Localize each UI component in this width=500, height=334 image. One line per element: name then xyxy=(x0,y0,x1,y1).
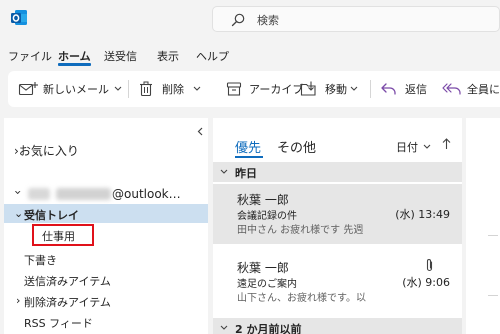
move-label: 移動 xyxy=(325,83,347,96)
redacted-account-part xyxy=(56,188,111,200)
folder-sent-label: 送信済みアイテム xyxy=(24,275,111,288)
search-input[interactable]: 検索 xyxy=(212,6,500,32)
menu-send-receive[interactable]: 送受信 xyxy=(104,48,137,64)
reply-all-label: 全員に xyxy=(467,83,500,96)
favorites-section[interactable]: ›お気に入り xyxy=(14,142,79,159)
redacted-account-part xyxy=(28,188,50,200)
move-button[interactable]: 移動 xyxy=(300,71,358,107)
message-preview: 山下さん、お疲れ様です。以 xyxy=(237,293,366,304)
reading-pane-divider xyxy=(488,235,498,236)
reply-all-icon xyxy=(442,83,461,95)
message-item[interactable]: 秋葉 一郎 会議記録の件 田中さん お疲れ様です 先週 (水) 13:49 xyxy=(213,184,462,244)
folder-drafts[interactable]: 下書き xyxy=(4,249,208,268)
message-list-pane: 優先 その他 日付 昨日 秋葉 一郎 会議記録の件 田中さん お疲れ様です 先週… xyxy=(213,118,462,334)
active-menu-indicator xyxy=(58,63,91,66)
message-time: (水) 13:49 xyxy=(395,208,450,221)
menu-file[interactable]: ファイル xyxy=(8,48,52,64)
chevron-right-icon: › xyxy=(16,294,21,307)
move-folder-icon xyxy=(300,81,316,96)
paperclip-icon xyxy=(426,259,433,272)
folder-deleted-label: 削除済みアイテム xyxy=(24,296,111,309)
chevron-down-icon xyxy=(114,86,122,91)
menu-home[interactable]: ホーム xyxy=(58,48,91,64)
message-sender: 秋葉 一郎 xyxy=(237,193,289,207)
message-time: (水) 9:06 xyxy=(402,276,450,289)
search-icon xyxy=(231,13,245,27)
ribbon-toolbar: 新しいメール 削除 アーカイブ 移動 返信 全員に xyxy=(8,71,500,107)
sort-direction-icon[interactable] xyxy=(442,138,451,150)
archive-button[interactable]: アーカイブ xyxy=(226,71,303,107)
folder-inbox[interactable]: ⌄ 受信トレイ xyxy=(4,204,208,223)
active-tab-indicator xyxy=(235,156,263,158)
reply-icon xyxy=(381,83,396,95)
trash-icon xyxy=(140,81,152,97)
message-item[interactable]: 秋葉 一郎 遠足のご案内 山下さん、お疲れ様です。以 (水) 9:06 xyxy=(213,252,462,312)
group-label: 昨日 xyxy=(235,167,257,180)
title-bar: 検索 xyxy=(0,0,500,40)
message-subject: 会議記録の件 xyxy=(237,211,297,222)
sort-dropdown[interactable]: 日付 xyxy=(396,139,431,155)
folder-inbox-label: 受信トレイ xyxy=(24,209,79,222)
chevron-down-icon: › xyxy=(11,190,25,195)
folder-pane: ›お気に入り › @outlook… ⌄ 受信トレイ 仕事用 下書き 送信済みア… xyxy=(4,118,208,334)
ribbon-divider xyxy=(128,80,129,98)
group-header-older[interactable]: 2 か月前以前 xyxy=(213,318,462,334)
folder-rss[interactable]: RSS フィード xyxy=(4,312,208,331)
sort-label: 日付 xyxy=(396,141,418,154)
group-header-yesterday[interactable]: 昨日 xyxy=(213,162,462,182)
reply-all-button[interactable]: 全員に xyxy=(442,71,500,107)
delete-label: 削除 xyxy=(162,83,184,96)
archive-icon xyxy=(226,82,242,96)
archive-label: アーカイブ xyxy=(249,83,304,96)
reading-pane-divider xyxy=(488,295,498,296)
folder-deleted[interactable]: › 削除済みアイテム xyxy=(4,291,208,310)
ribbon-divider xyxy=(370,80,371,98)
message-sender: 秋葉 一郎 xyxy=(237,261,289,275)
chevron-down-icon: ⌄ xyxy=(14,207,24,220)
chevron-down-icon xyxy=(220,325,228,330)
folder-sent[interactable]: 送信済みアイテム xyxy=(4,270,208,289)
account-section[interactable]: › @outlook… xyxy=(11,187,181,201)
search-placeholder: 検索 xyxy=(257,14,279,27)
reply-button[interactable]: 返信 xyxy=(380,71,427,107)
outlook-app-icon xyxy=(11,10,27,25)
new-mail-icon xyxy=(18,82,38,96)
reading-pane xyxy=(466,118,500,334)
menu-help[interactable]: ヘルプ xyxy=(196,48,229,64)
folder-drafts-label: 下書き xyxy=(24,254,57,267)
menu-view[interactable]: 表示 xyxy=(157,48,179,64)
tab-other[interactable]: その他 xyxy=(277,137,316,156)
chevron-down-icon xyxy=(193,86,201,91)
tab-focused[interactable]: 優先 xyxy=(235,137,261,156)
group-label: 2 か月前以前 xyxy=(235,323,302,334)
chevron-down-icon xyxy=(220,169,228,174)
account-email-label: @outlook… xyxy=(112,187,181,201)
collapse-pane-icon[interactable] xyxy=(197,127,203,136)
delete-button[interactable]: 削除 xyxy=(138,71,201,107)
highlight-box xyxy=(32,224,94,246)
reply-label: 返信 xyxy=(405,83,427,96)
new-mail-button[interactable]: 新しいメール xyxy=(18,71,122,107)
folder-rss-label: RSS フィード xyxy=(24,317,93,330)
message-subject: 遠足のご案内 xyxy=(237,279,297,290)
new-mail-label: 新しいメール xyxy=(43,83,109,96)
chevron-down-icon xyxy=(423,144,431,149)
favorites-label: お気に入り xyxy=(18,144,79,158)
chevron-down-icon xyxy=(350,86,358,91)
message-preview: 田中さん お疲れ様です 先週 xyxy=(237,225,364,236)
